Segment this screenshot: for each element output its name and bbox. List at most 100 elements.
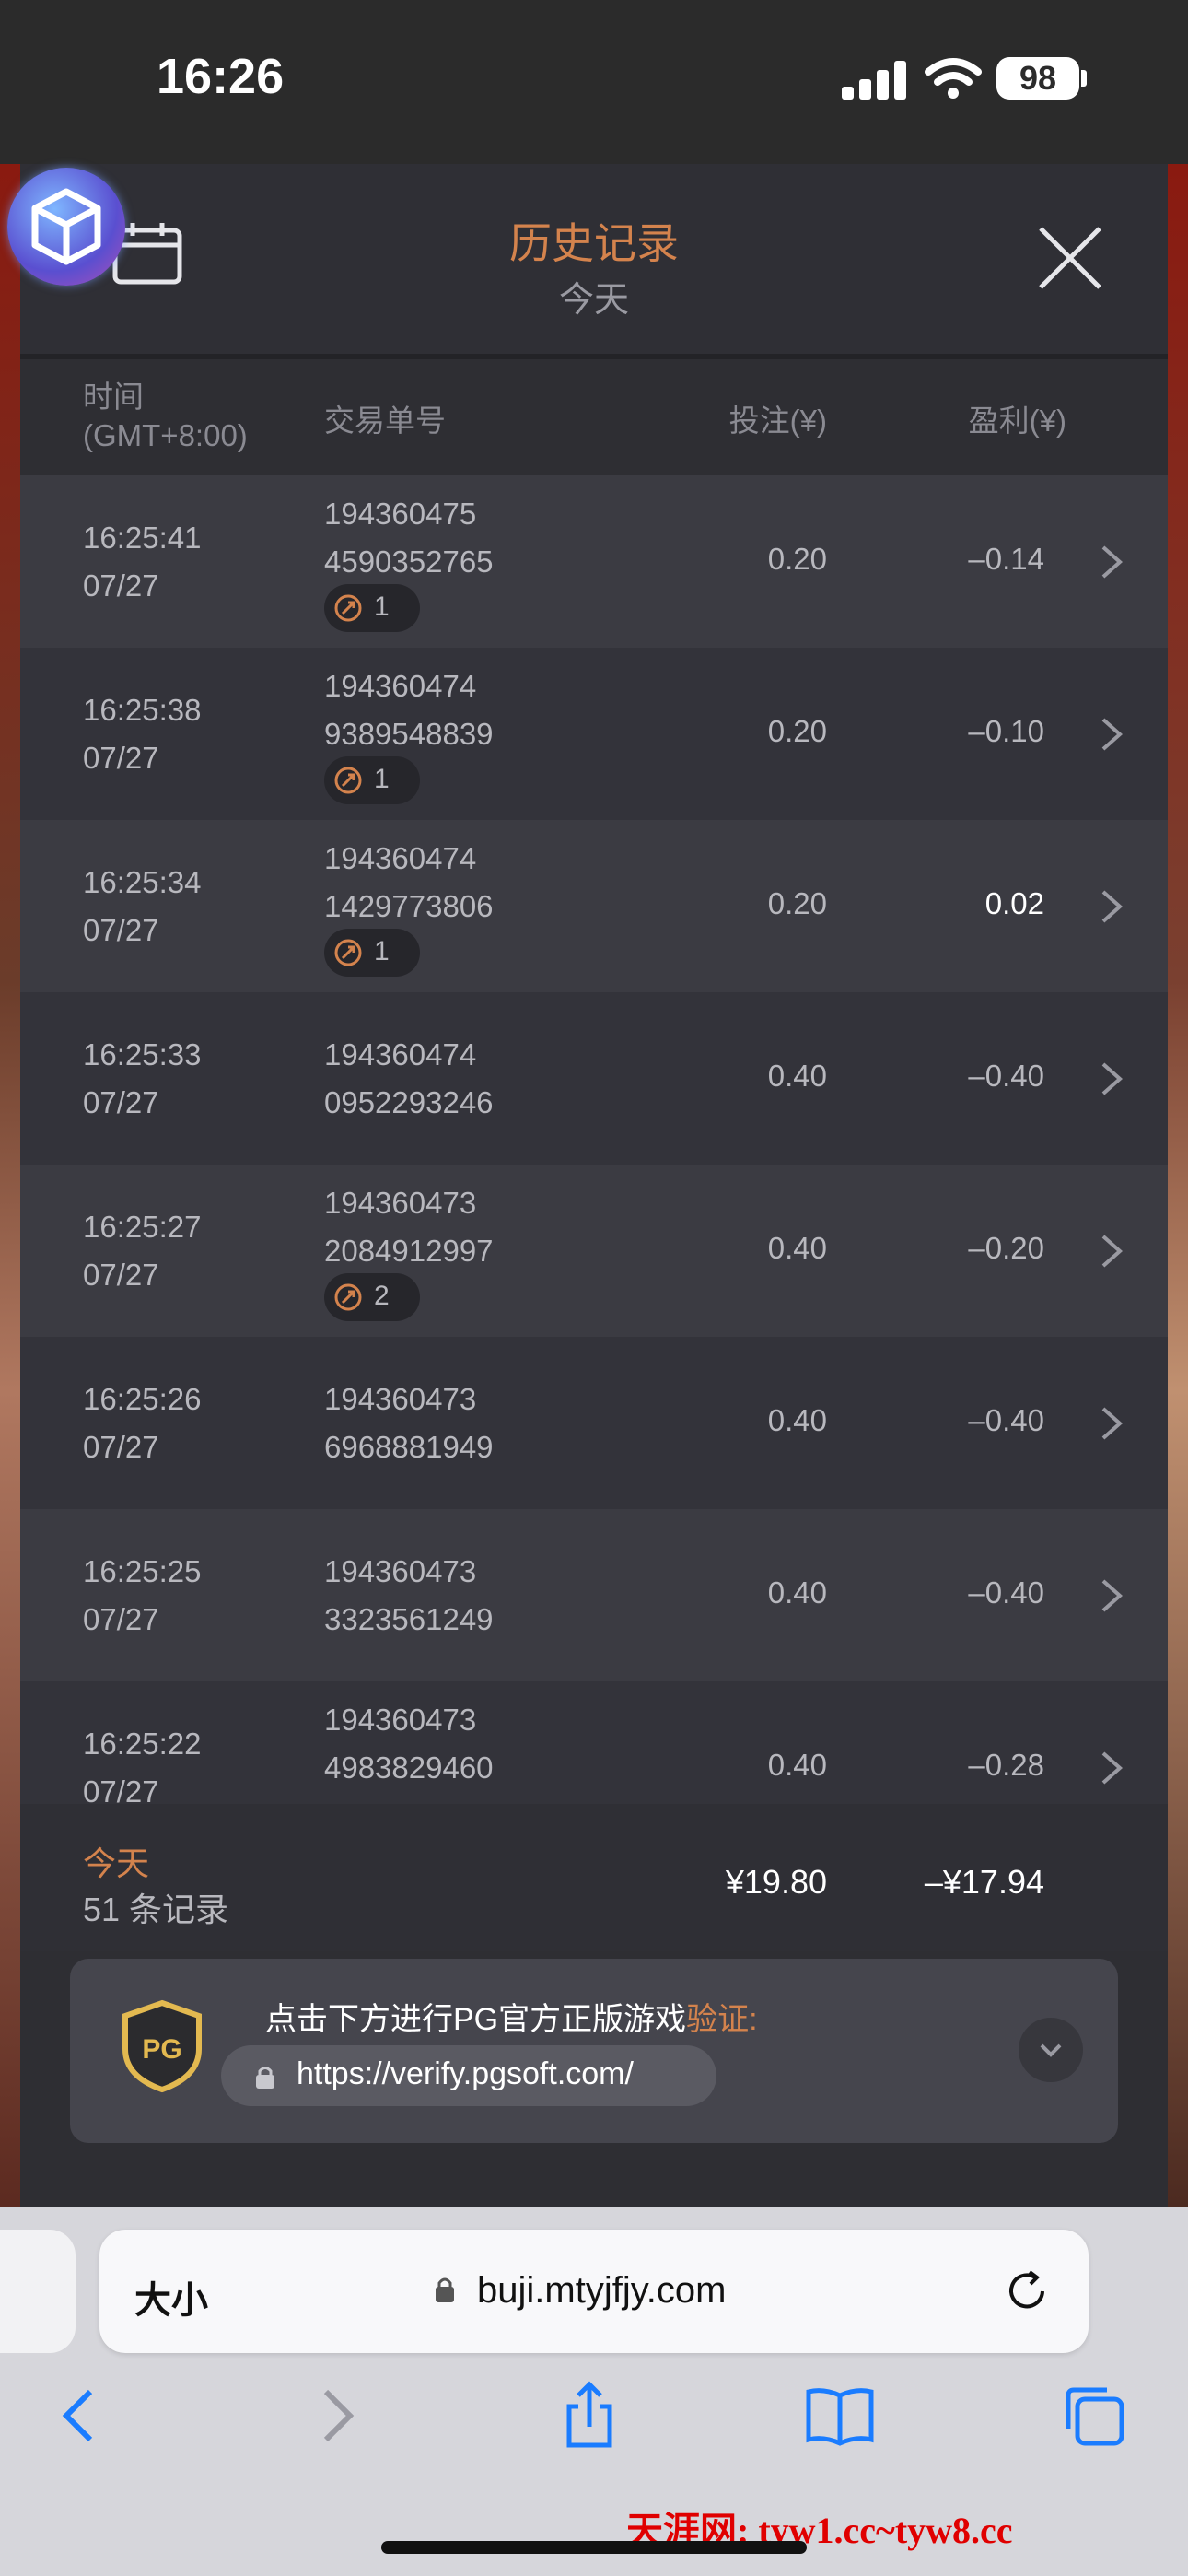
row-tx-id: 194360473 6968881949 [324, 1382, 494, 1464]
tabs-icon[interactable] [1057, 2379, 1131, 2453]
lock-icon [436, 2277, 454, 2302]
row-profit: –0.40 [968, 1403, 1044, 1437]
text-size-button[interactable]: 大小 [134, 2270, 208, 2324]
spin-icon [334, 1283, 362, 1311]
game-background-left [0, 164, 20, 2207]
expand-button[interactable] [1019, 2018, 1083, 2082]
row-bet: 0.20 [767, 542, 827, 576]
back-icon[interactable] [42, 2379, 116, 2453]
cellular-signal-icon [842, 61, 906, 100]
row-tx-id: 194360474 0952293246 [324, 1037, 494, 1119]
row-profit: –0.40 [968, 1059, 1044, 1093]
row-bet: 0.40 [767, 1575, 827, 1610]
row-tx-id: 194360475 4590352765 [324, 497, 494, 579]
table-row[interactable]: 16:25:33 07/27 194360474 0952293246 0.40 –… [20, 992, 1168, 1165]
browser-toolbar: 大小 buji.mtyjfjy.com 天涯网: tyw1.cc~tyw8.cc [0, 2207, 1188, 2576]
row-time: 16:25:34 07/27 [83, 865, 202, 947]
row-bet: 0.40 [767, 1059, 827, 1093]
column-header-time: 时间 [83, 380, 144, 414]
row-profit: –0.40 [968, 1575, 1044, 1610]
history-table: 16:25:41 07/27 194360475 4590352765 1 0.20… [20, 475, 1168, 1968]
free-spin-badge: 1 [324, 584, 420, 632]
table-row[interactable]: 16:25:34 07/27 194360474 1429773806 1 0.20… [20, 820, 1168, 992]
spin-icon [334, 939, 362, 966]
column-header-profit: 盈利(¥) [968, 404, 1066, 438]
row-tx-id: 194360473 2084912997 [324, 1186, 494, 1268]
status-bar: 16:26 98 [0, 0, 1188, 164]
pg-shield-logo: PG [122, 1999, 202, 2093]
verify-url-link[interactable]: https://verify.pgsoft.com/ [221, 2045, 716, 2106]
row-profit: –0.28 [968, 1748, 1044, 1782]
row-bet: 0.40 [767, 1403, 827, 1437]
game-background-right [1168, 164, 1188, 2207]
column-header-timezone: (GMT+8:00) [83, 418, 248, 452]
free-spin-badge: 1 [324, 929, 420, 977]
row-time: 16:25:33 07/27 [83, 1037, 202, 1119]
column-header-txid: 交易单号 [324, 404, 446, 438]
chevron-right-icon[interactable] [1098, 888, 1125, 925]
address-bar[interactable]: 大小 buji.mtyjfjy.com [99, 2230, 1089, 2353]
table-row[interactable]: 16:25:38 07/27 194360474 9389548839 1 0.20… [20, 648, 1168, 820]
table-row[interactable]: 16:25:41 07/27 194360475 4590352765 1 0.20… [20, 475, 1168, 648]
battery-tip [1081, 70, 1087, 87]
row-profit: 0.02 [984, 886, 1044, 920]
wifi-icon [925, 58, 982, 99]
previous-tab-preview[interactable] [0, 2230, 76, 2353]
summary-bar: 今天 51 条记录 ¥19.80 –¥17.94 [20, 1804, 1168, 1951]
row-bet: 0.40 [767, 1231, 827, 1265]
row-time: 16:25:41 07/27 [83, 521, 202, 603]
history-panel: 历史记录 今天 时间 (GMT+8:00) 交易单号 投注(¥) 盈利(¥) 1… [7, 164, 1168, 2207]
close-icon[interactable] [1033, 221, 1107, 295]
url-text: buji.mtyjfjy.com [477, 2270, 727, 2311]
chevron-right-icon[interactable] [1098, 1060, 1125, 1097]
chevron-right-icon[interactable] [1098, 1577, 1125, 1614]
row-profit: –0.20 [968, 1231, 1044, 1265]
chevron-right-icon[interactable] [1098, 1750, 1125, 1786]
row-bet: 0.40 [767, 1748, 827, 1782]
row-time: 16:25:26 07/27 [83, 1382, 202, 1464]
home-indicator [381, 2541, 807, 2554]
column-header-bet: 投注(¥) [728, 404, 827, 438]
date-filter-label: 今天 [558, 281, 629, 320]
free-spin-badge: 2 [324, 1273, 420, 1321]
row-tx-id: 194360474 9389548839 [324, 669, 494, 751]
table-row[interactable]: 16:25:26 07/27 194360473 6968881949 0.40 –… [20, 1337, 1168, 1509]
spin-icon [334, 767, 362, 794]
page-title: 历史记录 [509, 219, 679, 267]
pg-logo-text: PG [142, 2034, 181, 2065]
row-bet: 0.20 [767, 714, 827, 748]
chevron-right-icon[interactable] [1098, 1233, 1125, 1270]
table-row[interactable]: 16:25:25 07/27 194360473 3323561249 0.40 –… [20, 1509, 1168, 1681]
row-time: 16:25:25 07/27 [83, 1554, 202, 1636]
row-tx-id: 194360473 3323561249 [324, 1554, 494, 1636]
row-profit: –0.14 [968, 542, 1044, 576]
free-spin-badge: 1 [324, 756, 420, 804]
chevron-right-icon[interactable] [1098, 1405, 1125, 1442]
summary-total-profit: –¥17.94 [924, 1863, 1044, 1901]
row-time: 16:25:27 07/27 [83, 1210, 202, 1292]
row-bet: 0.20 [767, 886, 827, 920]
row-time: 16:25:38 07/27 [83, 693, 202, 775]
table-row[interactable]: 16:25:27 07/27 194360473 2084912997 2 0.40… [20, 1165, 1168, 1337]
panel-header: 历史记录 今天 [7, 164, 1168, 354]
forward-icon[interactable] [300, 2379, 374, 2453]
reload-icon[interactable] [1002, 2266, 1052, 2316]
row-profit: –0.10 [968, 714, 1044, 748]
row-tx-id: 194360474 1429773806 [324, 841, 494, 923]
summary-record-count: 51 条记录 [83, 1891, 229, 1928]
verification-banner[interactable]: PG 点击下方进行PG官方正版游戏验证: https://verify.pgso… [70, 1959, 1118, 2143]
row-tx-id: 194360473 4983829460 [324, 1703, 494, 1785]
battery-indicator: 98 [996, 57, 1079, 100]
chevron-down-icon [1040, 2043, 1062, 2057]
status-time: 16:26 [157, 49, 285, 104]
share-icon[interactable] [553, 2379, 626, 2453]
chevron-right-icon[interactable] [1098, 544, 1125, 580]
row-time: 16:25:22 07/27 [83, 1727, 202, 1809]
bookmarks-icon[interactable] [803, 2379, 877, 2453]
verification-text: 点击下方进行PG官方正版游戏验证: [265, 2002, 758, 2037]
chevron-right-icon[interactable] [1098, 716, 1125, 753]
summary-period: 今天 [83, 1844, 150, 1882]
summary-total-bet: ¥19.80 [725, 1863, 827, 1901]
lock-icon [256, 2067, 274, 2089]
spin-icon [334, 594, 362, 622]
